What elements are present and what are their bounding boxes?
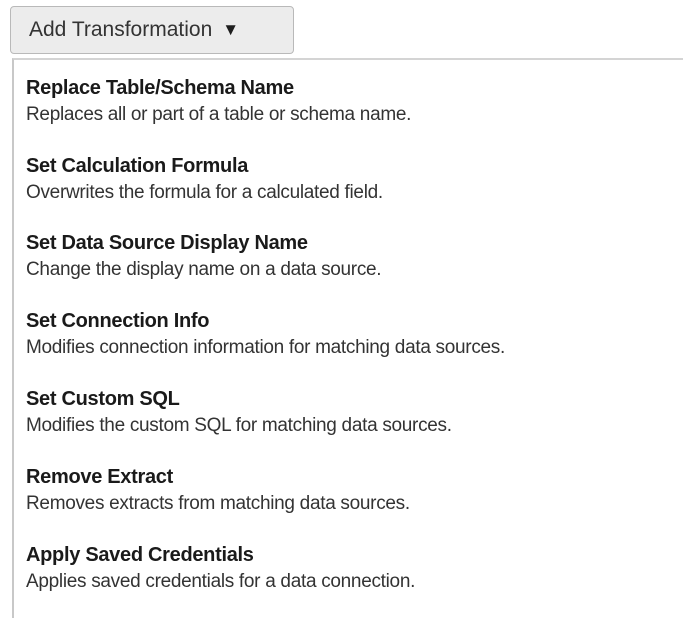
menu-item-description: Change the display name on a data source… (26, 259, 382, 280)
menu-item-title: Set Data Source Display Name (26, 232, 308, 254)
menu-item-description: Removes extracts from matching data sour… (26, 493, 410, 514)
menu-item-replace-table-schema-name[interactable]: Replace Table/Schema Name Replaces all o… (26, 76, 683, 146)
menu-item-title: Set Calculation Formula (26, 155, 249, 177)
menu-item-remove-extract[interactable]: Remove Extract Removes extracts from mat… (26, 465, 683, 535)
menu-item-set-calculation-formula[interactable]: Set Calculation Formula Overwrites the f… (26, 154, 683, 224)
transformation-dropdown-menu: Replace Table/Schema Name Replaces all o… (12, 58, 683, 618)
transformation-panel: Add Transformation ▼ Replace Table/Schem… (0, 0, 683, 618)
menu-item-title: Apply Saved Credentials (26, 544, 254, 566)
menu-item-set-custom-sql[interactable]: Set Custom SQL Modifies the custom SQL f… (26, 387, 683, 457)
menu-item-description: Applies saved credentials for a data con… (26, 571, 416, 592)
menu-item-apply-saved-credentials[interactable]: Apply Saved Credentials Applies saved cr… (26, 543, 683, 613)
menu-item-description: Modifies connection information for matc… (26, 337, 505, 358)
caret-down-icon: ▼ (222, 20, 240, 39)
add-transformation-label: Add Transformation (29, 18, 213, 41)
menu-item-set-data-source-display-name[interactable]: Set Data Source Display Name Change the … (26, 231, 683, 301)
menu-item-description: Replaces all or part of a table or schem… (26, 104, 412, 125)
menu-item-set-connection-info[interactable]: Set Connection Info Modifies connection … (26, 309, 683, 379)
menu-item-title: Set Custom SQL (26, 388, 180, 410)
menu-item-title: Replace Table/Schema Name (26, 77, 294, 99)
menu-item-description: Modifies the custom SQL for matching dat… (26, 415, 452, 436)
add-transformation-button[interactable]: Add Transformation ▼ (10, 6, 294, 54)
menu-item-title: Set Connection Info (26, 310, 210, 332)
menu-item-title: Remove Extract (26, 466, 173, 488)
menu-item-description: Overwrites the formula for a calculated … (26, 182, 383, 203)
